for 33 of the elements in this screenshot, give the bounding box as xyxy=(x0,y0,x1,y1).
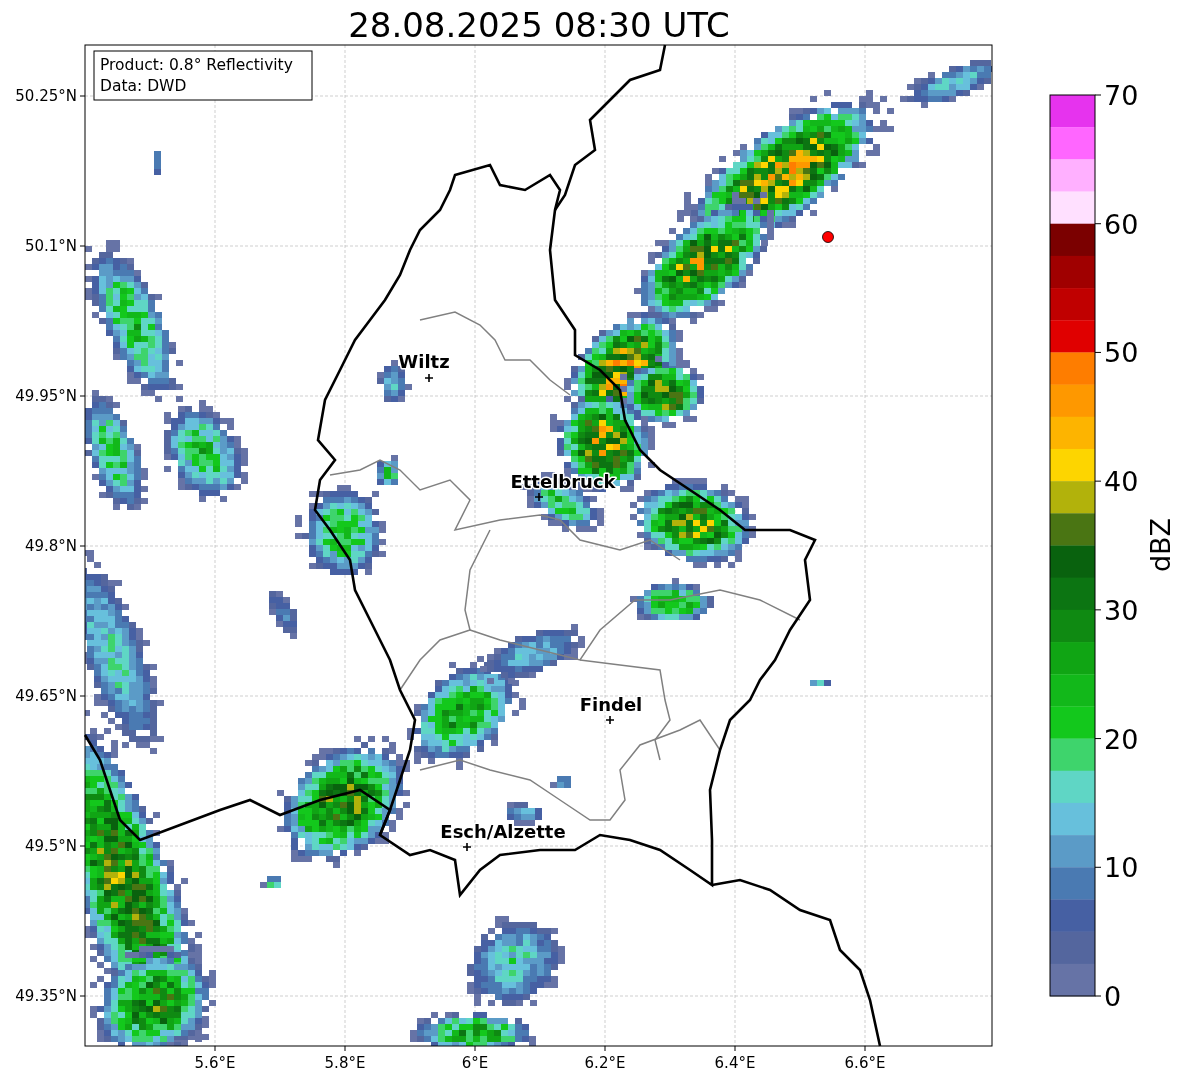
colorbar-tick-label: 30 xyxy=(1104,594,1139,626)
city-marker-icon xyxy=(534,492,544,502)
colorbar-title: dBZ xyxy=(1145,517,1176,573)
colorbar-tick-label: 60 xyxy=(1104,208,1139,240)
colorbar-tick-label: 20 xyxy=(1104,723,1139,755)
axis-tick-label: 49.35°N xyxy=(15,987,77,1005)
city-label: Esch/Alzette xyxy=(440,821,566,842)
city-marker-icon xyxy=(462,842,472,852)
axis-tick-label: 6.2°E xyxy=(584,1054,626,1072)
axis-tick-label: 5.8°E xyxy=(324,1054,366,1072)
colorbar-tick-label: 10 xyxy=(1104,852,1139,884)
info-label: Data: DWD xyxy=(100,77,187,95)
chart-title: 28.08.2025 08:30 UTC xyxy=(348,5,730,45)
station-marker xyxy=(822,231,834,243)
colorbar-tick-label: 0 xyxy=(1104,981,1122,1012)
city-marker-icon xyxy=(605,715,615,725)
axis-tick-label: 6.4°E xyxy=(714,1054,756,1072)
axis-tick-label: 49.95°N xyxy=(15,387,77,405)
colorbar-tick-label: 40 xyxy=(1104,466,1139,498)
axis-tick-label: 6°E xyxy=(461,1054,489,1072)
axis-tick-label: 49.8°N xyxy=(24,537,77,555)
colorbar-tick-label: 70 xyxy=(1104,80,1139,111)
axis-tick-label: 50.25°N xyxy=(15,87,77,105)
axis-tick-label: 50.1°N xyxy=(24,237,77,255)
city-label: Findel xyxy=(579,694,643,715)
info-label: Product: 0.8° Reflectivity xyxy=(100,56,293,74)
city-marker-icon xyxy=(424,373,434,383)
city-label: Wiltz xyxy=(398,351,450,372)
axis-tick-label: 49.5°N xyxy=(24,837,77,855)
axis-tick-label: 6.6°E xyxy=(844,1054,886,1072)
colorbar-tick-label: 50 xyxy=(1104,337,1139,369)
axis-tick-label: 5.6°E xyxy=(194,1054,236,1072)
axis-tick-label: 49.65°N xyxy=(15,687,77,705)
